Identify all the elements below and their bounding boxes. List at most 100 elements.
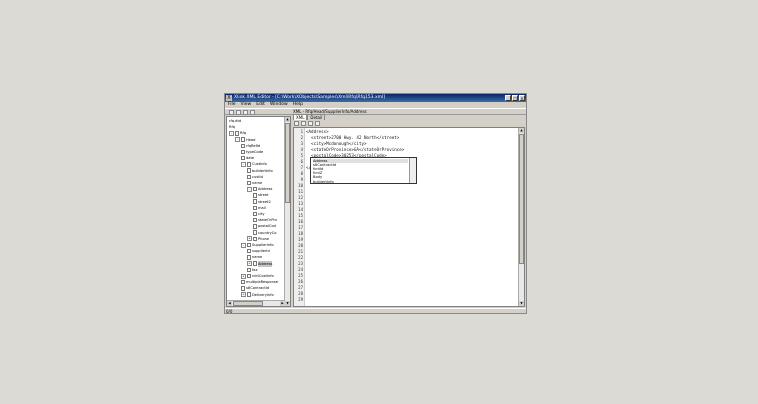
tree-node[interactable]: postalCod [253, 223, 276, 229]
tree-node[interactable]: Rfq [229, 124, 235, 130]
tree-node[interactable]: buildertInfo [247, 168, 273, 174]
tree-node[interactable]: street2 [253, 199, 271, 205]
tree-node[interactable]: custId [247, 174, 263, 180]
tree-node[interactable]: date [241, 155, 254, 161]
minimize-button[interactable]: _ [505, 95, 511, 101]
collapse-icon[interactable]: - [235, 137, 240, 143]
autocomplete-popup[interactable]: Address stlContractId fcntId fcntZ Body build… [310, 157, 417, 184]
editor-toolbar [294, 121, 320, 126]
tree-node[interactable]: name [247, 180, 262, 186]
new-file-icon[interactable] [229, 110, 234, 115]
editor-scroll-thumb[interactable] [519, 134, 524, 264]
tree-node[interactable]: + rcktCostInfo [241, 273, 274, 279]
tree-node[interactable]: multipleResponse [241, 279, 278, 285]
tree-node[interactable]: city [253, 211, 265, 217]
scroll-up-icon[interactable]: ▲ [285, 117, 290, 122]
line-number-gutter: 1 2 3 4 5 6 7 8 9 10 11 12 13 14 15 16 17 18 19 20 21 22 23 24 2… [294, 128, 305, 306]
tree-node-label: Head [246, 137, 256, 142]
tree-node-label: street [258, 193, 269, 198]
tree-node[interactable]: typeCode [241, 149, 263, 155]
tree-node[interactable]: street [253, 192, 269, 198]
tab-xml[interactable]: XML [293, 114, 308, 120]
tree-node[interactable]: - CustInfo [241, 161, 267, 167]
title-bar[interactable]: X Xlink XML Editor - [C:\Work\XObjects\S… [225, 94, 526, 102]
tree-node[interactable]: supplierId [247, 248, 270, 254]
element-icon [247, 174, 251, 180]
tree-node[interactable]: stateOrPrv [253, 217, 277, 223]
tree-node[interactable]: + Address [247, 260, 273, 267]
element-icon [241, 279, 245, 285]
tree-node[interactable]: rfq.dtd [229, 118, 241, 124]
element-icon [247, 273, 251, 279]
validate-icon[interactable] [294, 121, 299, 126]
expand-icon[interactable]: + [247, 236, 252, 242]
element-icon [253, 224, 257, 229]
tree-node-label: name [252, 255, 263, 260]
tree-node[interactable]: - SupplierInfo [241, 242, 274, 248]
scroll-left-icon[interactable]: ◀ [227, 301, 232, 306]
collapse-icon[interactable]: - [241, 242, 246, 248]
tree-node-label: Phone [258, 236, 270, 241]
open-icon[interactable] [308, 121, 313, 126]
tree-node[interactable]: + DeliveryInfo [241, 292, 274, 298]
tree-node[interactable]: rfqRefId [241, 143, 260, 149]
tree-hscroll-thumb[interactable] [233, 301, 263, 306]
autocomplete-scrollbar[interactable] [409, 158, 416, 183]
editor-vertical-scrollbar[interactable]: ▲ ▼ [518, 128, 524, 306]
tree-node-label: Address [258, 260, 273, 267]
element-icon [241, 155, 245, 161]
close-button[interactable]: × [519, 95, 525, 101]
editor-scroll-up-icon[interactable]: ▲ [519, 128, 524, 133]
tree-node-label: stlContractId [246, 286, 270, 291]
element-icon [235, 131, 239, 136]
tree-node-label: rcktCostInfo [252, 274, 274, 278]
save-icon[interactable] [243, 110, 248, 115]
expand-icon[interactable]: + [241, 292, 246, 298]
tree-node[interactable]: countryCo [253, 230, 276, 236]
xml-code-editor[interactable]: 1 2 3 4 5 6 7 8 9 10 11 12 13 14 15 16 17 18 19 20 21 22 23 24 2… [293, 127, 525, 307]
xml-tree-view[interactable]: + DeliveryInfo stlContractId multipleRespon… [226, 116, 291, 307]
tree-horizontal-scrollbar[interactable]: ◀ ▶ [227, 300, 285, 306]
tree-node-label: Rfq [240, 131, 247, 136]
tree-node[interactable]: - Head [235, 137, 255, 143]
element-icon [253, 186, 257, 192]
monitor-icon[interactable] [250, 110, 255, 115]
tree-vertical-scrollbar[interactable]: ▲ ▼ [284, 117, 290, 306]
open-folder-icon[interactable] [236, 110, 241, 115]
tree-node[interactable]: mail [253, 205, 266, 211]
format-icon[interactable] [301, 121, 306, 126]
app-icon: X [226, 95, 232, 101]
tree-node-label: postalCod [258, 224, 276, 229]
element-icon [247, 292, 251, 297]
maximize-button[interactable]: □ [512, 95, 518, 101]
tree-node-label: city [258, 212, 265, 216]
tree-node[interactable]: - Rfq [229, 130, 246, 136]
element-icon [247, 267, 251, 273]
xml-editor-window: X Xlink XML Editor - [C:\Work\XObjects\S… [224, 93, 527, 314]
tree-node-label: Address [258, 187, 273, 192]
tree-node[interactable]: name [247, 254, 262, 260]
tree-node[interactable]: + Phone [247, 236, 269, 242]
tree-node-label: date [246, 156, 255, 161]
collapse-icon[interactable]: - [241, 161, 246, 167]
tab-detail[interactable]: Detail [307, 114, 326, 120]
tree-node[interactable]: fax [247, 267, 258, 273]
tree-scroll-thumb[interactable] [285, 123, 290, 203]
editor-scroll-down-icon[interactable]: ▼ [519, 301, 524, 306]
scroll-down-icon[interactable]: ▼ [285, 301, 290, 306]
tree-node-label: CustInfo [252, 162, 267, 167]
autocomplete-item[interactable]: buildertInfo [313, 180, 334, 184]
tree-node-label: typeCode [246, 150, 264, 154]
collapse-icon[interactable]: - [247, 186, 252, 192]
tree-node-label: rfqRefId [246, 143, 261, 148]
tree-node-label: SupplierInfo [252, 243, 274, 247]
scroll-right-icon[interactable]: ▶ [280, 301, 285, 306]
expand-icon[interactable]: + [247, 261, 252, 267]
tree-node[interactable]: - Address [247, 186, 272, 192]
expand-icon[interactable]: + [241, 273, 246, 279]
collapse-icon[interactable]: - [229, 130, 234, 136]
check-icon[interactable] [315, 121, 320, 126]
tree-node[interactable]: stlContractId [241, 285, 269, 291]
editor-pane: XML - Rfq/Head/SupplierInfo/Address XML … [293, 108, 525, 307]
tree-node-label: stateOrPrv [258, 218, 278, 223]
